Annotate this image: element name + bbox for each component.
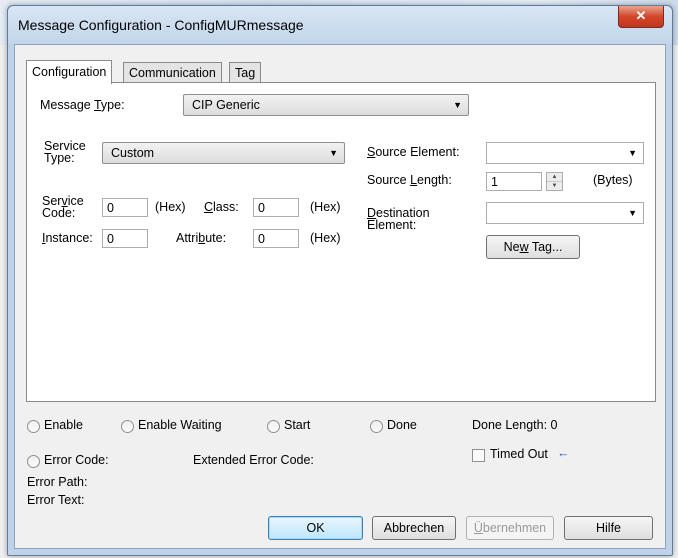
message-configuration-dialog: Message Configuration - ConfigMURmessage…: [7, 5, 673, 556]
tab-tag[interactable]: Tag: [229, 62, 262, 83]
message-type-value: CIP Generic: [192, 98, 260, 112]
destination-element-select[interactable]: ▼: [486, 202, 644, 224]
new-tag-button[interactable]: New Tag...: [486, 235, 580, 259]
source-length-unit: (Bytes): [593, 173, 633, 187]
source-length-spinner[interactable]: ▲ ▼: [546, 172, 563, 191]
chevron-down-icon: ▼: [628, 148, 637, 158]
start-radio: [267, 420, 280, 433]
spin-down-icon: ▼: [551, 183, 558, 189]
chevron-down-icon: ▼: [329, 148, 338, 158]
done-label: Done: [387, 418, 417, 432]
ok-button[interactable]: OK: [268, 516, 363, 540]
source-length-input[interactable]: 1: [486, 172, 542, 191]
apply-button[interactable]: Übernehmen: [466, 516, 554, 540]
service-code-label: Service Code:: [42, 194, 84, 220]
error-code-radio: [27, 455, 40, 468]
message-type-label: Message Type:: [40, 98, 125, 112]
tab-configuration[interactable]: Configuration: [26, 60, 113, 84]
spin-up-icon: ▲: [547, 173, 562, 182]
service-type-select[interactable]: Custom ▼: [102, 142, 345, 164]
enable-waiting-label: Enable Waiting: [138, 418, 222, 432]
service-code-unit: (Hex): [155, 200, 186, 214]
close-button[interactable]: ✕: [618, 6, 664, 28]
message-type-select[interactable]: CIP Generic ▼: [183, 94, 469, 116]
timed-out-checkbox: [472, 449, 485, 462]
source-length-label: Source Length:: [367, 173, 452, 187]
cancel-button[interactable]: Abbrechen: [372, 516, 456, 540]
class-input[interactable]: 0: [253, 198, 299, 217]
error-path-label: Error Path:: [27, 475, 88, 489]
timed-out-label: Timed Out: [490, 447, 548, 461]
error-code-label: Error Code:: [44, 453, 109, 467]
arrow-left-icon: ←: [557, 446, 570, 460]
service-code-input[interactable]: 0: [102, 198, 148, 217]
destination-element-label: Destination Element:: [367, 206, 430, 232]
tab-communication[interactable]: Communication: [123, 62, 222, 83]
instance-label: Instance:: [42, 231, 93, 245]
service-type-value: Custom: [111, 146, 155, 160]
configuration-panel: Message Type: CIP Generic ▼ Service Type:…: [26, 82, 656, 402]
service-type-label: Service Type:: [44, 139, 86, 165]
close-icon: ✕: [635, 8, 647, 23]
window-title: Message Configuration - ConfigMURmessage: [18, 17, 304, 33]
instance-input[interactable]: 0: [102, 229, 148, 248]
start-label: Start: [284, 418, 311, 432]
title-bar: Message Configuration - ConfigMURmessage…: [8, 6, 672, 44]
attribute-input[interactable]: 0: [253, 229, 299, 248]
done-length-label: Done Length: 0: [472, 418, 558, 432]
enable-radio: [27, 420, 40, 433]
attribute-label: Attribute:: [176, 231, 227, 245]
dialog-client-area: Configuration Communication Tag Message …: [14, 44, 666, 549]
class-unit: (Hex): [310, 200, 341, 214]
attribute-unit: (Hex): [310, 231, 341, 245]
extended-error-code-label: Extended Error Code:: [193, 453, 314, 467]
done-radio: [370, 420, 383, 433]
error-text-label: Error Text:: [27, 493, 85, 507]
source-element-select[interactable]: ▼: [486, 142, 644, 164]
source-element-label: Source Element:: [367, 145, 460, 159]
enable-label: Enable: [44, 418, 83, 432]
chevron-down-icon: ▼: [628, 208, 637, 218]
chevron-down-icon: ▼: [453, 100, 462, 110]
class-label: Class:: [204, 200, 239, 214]
enable-waiting-radio: [121, 420, 134, 433]
help-button[interactable]: Hilfe: [564, 516, 653, 540]
